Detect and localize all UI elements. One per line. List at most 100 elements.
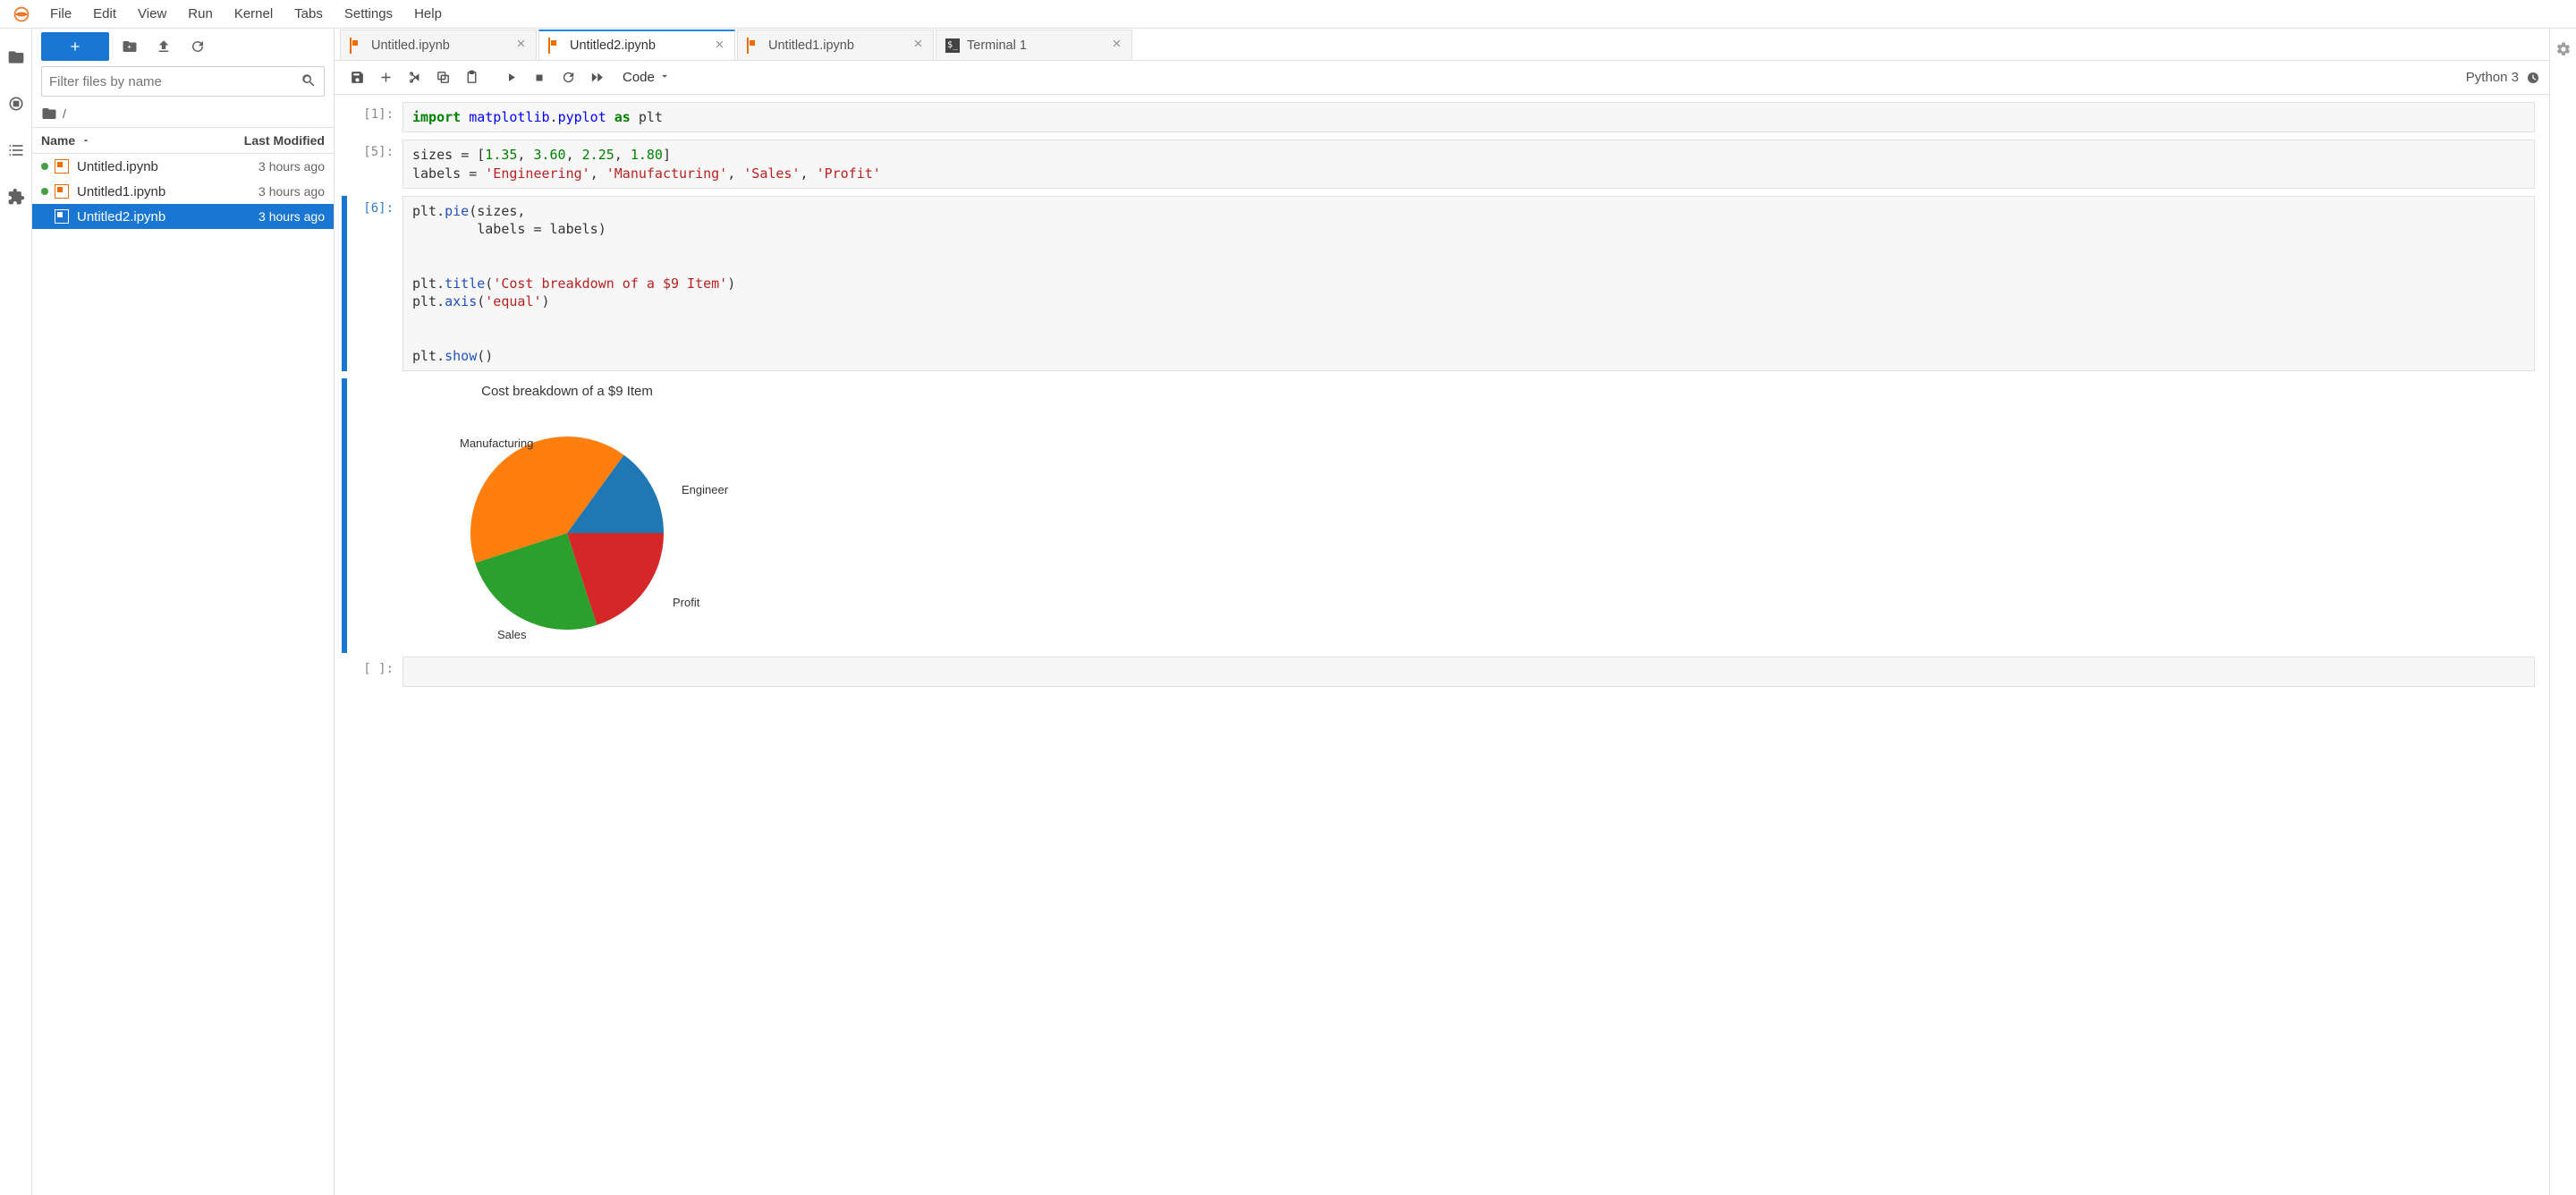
notebook-body[interactable]: [1]: import matplotlib.pyplot as plt [5]… xyxy=(335,95,2549,1195)
cell-gutter xyxy=(342,102,347,132)
run-all-icon[interactable] xyxy=(583,64,610,91)
cell-gutter xyxy=(342,378,347,653)
code-cell[interactable]: [6]: plt.pie(sizes, labels = labels) plt… xyxy=(335,194,2549,373)
menu-tabs[interactable]: Tabs xyxy=(284,3,334,25)
cell-prompt: [6]: xyxy=(351,196,402,371)
code-cell[interactable]: [ ]: xyxy=(335,655,2549,689)
tab-label: Terminal 1 xyxy=(967,38,1027,53)
notebook-icon xyxy=(548,38,563,53)
jupyter-logo-icon xyxy=(11,4,32,25)
filter-input-wrap xyxy=(41,66,325,97)
menu-edit[interactable]: Edit xyxy=(82,3,127,25)
notebook-icon xyxy=(350,38,364,53)
tab-label: Untitled.ipynb xyxy=(371,38,450,53)
paste-icon[interactable] xyxy=(458,64,485,91)
copy-icon[interactable] xyxy=(429,64,456,91)
kernel-status-icon[interactable] xyxy=(2526,71,2540,85)
cell-output: Cost breakdown of a $9 Item Engineering M… xyxy=(335,377,2549,655)
col-modified-label[interactable]: Last Modified xyxy=(217,133,325,148)
cell-input[interactable] xyxy=(402,657,2535,687)
refresh-icon[interactable] xyxy=(184,33,211,60)
running-dot-icon xyxy=(41,163,48,170)
code-cell[interactable]: [5]: sizes = [1.35, 3.60, 2.25, 1.80] la… xyxy=(335,138,2549,191)
breadcrumb[interactable]: / xyxy=(32,102,334,127)
notebook-icon xyxy=(54,158,70,174)
file-browser: / Name Last Modified Untitled.ipynb3 hou… xyxy=(32,29,335,1195)
cell-type-select[interactable]: Code xyxy=(617,66,673,89)
close-icon[interactable] xyxy=(714,38,725,54)
pie-label: Engineering xyxy=(682,483,728,496)
notebook-icon xyxy=(54,183,70,199)
file-name: Untitled1.ipynb xyxy=(77,184,258,199)
extensions-icon[interactable] xyxy=(5,186,27,208)
close-icon[interactable] xyxy=(515,38,527,53)
file-row[interactable]: Untitled2.ipynb3 hours ago xyxy=(32,204,334,229)
search-icon xyxy=(301,72,317,91)
left-rail xyxy=(0,29,32,1195)
file-modified: 3 hours ago xyxy=(258,209,325,224)
menu-file[interactable]: File xyxy=(39,3,82,25)
upload-icon[interactable] xyxy=(150,33,177,60)
pie-label: Manufacturing xyxy=(460,436,533,450)
cell-input[interactable]: plt.pie(sizes, labels = labels) plt.titl… xyxy=(402,196,2535,371)
cell-gutter xyxy=(342,196,347,371)
cell-input[interactable]: sizes = [1.35, 3.60, 2.25, 1.80] labels … xyxy=(402,140,2535,189)
file-list: Untitled.ipynb3 hours agoUntitled1.ipynb… xyxy=(32,154,334,1195)
close-icon[interactable] xyxy=(1111,38,1123,53)
new-launcher-button[interactable] xyxy=(41,32,109,61)
filter-input[interactable] xyxy=(49,74,301,89)
menu-bar: File Edit View Run Kernel Tabs Settings … xyxy=(0,0,2576,29)
folder-icon[interactable] xyxy=(5,47,27,68)
cell-type-select-wrap: Code xyxy=(617,66,673,89)
notebook-icon xyxy=(54,208,70,225)
tab-label: Untitled2.ipynb xyxy=(570,38,656,53)
close-icon[interactable] xyxy=(912,38,924,53)
right-rail xyxy=(2549,29,2576,1195)
cell-prompt: [1]: xyxy=(351,102,402,132)
menu-view[interactable]: View xyxy=(127,3,177,25)
restart-icon[interactable] xyxy=(555,64,581,91)
tab[interactable]: Untitled2.ipynb xyxy=(538,30,735,60)
running-dot-icon xyxy=(41,188,48,195)
insert-cell-icon[interactable] xyxy=(372,64,399,91)
file-name: Untitled2.ipynb xyxy=(77,209,258,225)
col-name-label[interactable]: Name xyxy=(41,133,75,148)
tab[interactable]: Untitled.ipynb xyxy=(340,30,537,60)
cell-gutter xyxy=(342,657,347,687)
save-icon[interactable] xyxy=(343,64,370,91)
file-row[interactable]: Untitled.ipynb3 hours ago xyxy=(32,154,334,179)
breadcrumb-root[interactable]: / xyxy=(63,106,66,121)
tab-bar: Untitled.ipynb Untitled2.ipynb Untitled1.i… xyxy=(335,29,2549,61)
pie-label: Profit xyxy=(673,596,700,609)
new-folder-icon[interactable] xyxy=(116,33,143,60)
menu-kernel[interactable]: Kernel xyxy=(224,3,284,25)
toc-icon[interactable] xyxy=(5,140,27,161)
pie-chart: Cost breakdown of a $9 Item Engineering M… xyxy=(406,384,728,649)
work-area: Untitled.ipynb Untitled2.ipynb Untitled1.i… xyxy=(335,29,2549,1195)
chart-title: Cost breakdown of a $9 Item xyxy=(406,384,728,399)
file-row[interactable]: Untitled1.ipynb3 hours ago xyxy=(32,179,334,204)
code-cell[interactable]: [1]: import matplotlib.pyplot as plt xyxy=(335,100,2549,134)
cell-input[interactable]: import matplotlib.pyplot as plt xyxy=(402,102,2535,132)
running-icon[interactable] xyxy=(5,93,27,114)
cell-prompt: [ ]: xyxy=(351,657,402,687)
sort-asc-icon xyxy=(80,135,91,146)
kernel-name[interactable]: Python 3 xyxy=(2466,70,2519,85)
tab[interactable]: $_ Terminal 1 xyxy=(936,30,1132,60)
terminal-icon: $_ xyxy=(945,38,960,53)
file-name: Untitled.ipynb xyxy=(77,159,258,174)
cell-gutter xyxy=(342,140,347,189)
notebook-icon xyxy=(747,38,761,53)
run-icon[interactable] xyxy=(497,64,524,91)
stop-icon[interactable] xyxy=(526,64,553,91)
menu-settings[interactable]: Settings xyxy=(334,3,403,25)
file-list-header: Name Last Modified xyxy=(32,127,334,154)
cut-icon[interactable] xyxy=(401,64,428,91)
file-modified: 3 hours ago xyxy=(258,184,325,199)
menu-help[interactable]: Help xyxy=(403,3,453,25)
pie-label: Sales xyxy=(497,628,527,641)
menu-run[interactable]: Run xyxy=(177,3,224,25)
tab[interactable]: Untitled1.ipynb xyxy=(737,30,934,60)
tab-label: Untitled1.ipynb xyxy=(768,38,854,53)
property-inspector-icon[interactable] xyxy=(2555,41,2572,60)
